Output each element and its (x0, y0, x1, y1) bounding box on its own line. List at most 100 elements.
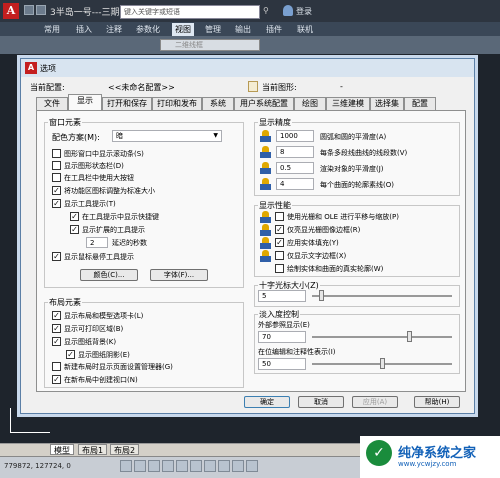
apply-button[interactable]: 应用(A) (352, 396, 398, 408)
checkbox-extended-tooltips[interactable] (70, 225, 79, 234)
checkbox-show-tooltips[interactable] (52, 199, 61, 208)
checkbox-scrollbars[interactable] (52, 149, 61, 158)
ribbon-tab-plugins[interactable]: 插件 (266, 24, 282, 35)
lineweight-icon[interactable] (232, 460, 244, 472)
checkbox-raster-frame[interactable] (275, 225, 284, 234)
label-ribbon-icon-size: 将功能区图标调整为标准大小 (64, 187, 155, 195)
checkbox-create-viewport[interactable] (52, 375, 61, 384)
ribbon-tab-annotate[interactable]: 注释 (106, 24, 122, 35)
drawing-saved-icon (260, 250, 271, 262)
help-button[interactable]: 帮助(H) (414, 396, 460, 408)
help-search-input[interactable]: 键入关键字或短语 (120, 5, 260, 19)
label-solid-fill: 应用实体填充(Y) (287, 239, 339, 247)
checkbox-layout-model-tabs[interactable] (52, 311, 61, 320)
crosshair-size-slider[interactable] (312, 295, 452, 297)
arc-smoothness-label: 圆弧和圆的平滑度(A) (320, 133, 387, 141)
search-icon[interactable]: ⚲ (263, 6, 269, 15)
crosshair-slider-thumb[interactable] (318, 290, 324, 301)
checkbox-solid-fill[interactable] (275, 238, 284, 247)
tab-layout1[interactable]: 布局1 (78, 444, 108, 455)
current-drawing-value: - (340, 82, 343, 91)
xref-display-slider[interactable] (312, 336, 452, 338)
checkbox-rollover-tooltips[interactable] (52, 252, 61, 261)
label-create-viewport: 在新布局中创建视口(N) (64, 376, 138, 384)
polyline-segments-input[interactable]: 8 (276, 146, 314, 158)
dynamic-input-icon[interactable] (218, 460, 230, 472)
tab-system[interactable]: 系统 (202, 97, 234, 110)
tab-model[interactable]: 模型 (50, 444, 74, 455)
checkbox-text-boundary[interactable] (275, 251, 284, 260)
ortho-mode-icon[interactable] (148, 460, 160, 472)
tab-drafting[interactable]: 绘图 (294, 97, 326, 110)
drawing-saved-icon (260, 178, 271, 190)
tab-plot-publish[interactable]: 打印和发布 (152, 97, 202, 110)
checkbox-true-silhouettes[interactable] (275, 264, 284, 273)
tooltip-delay-input[interactable]: 2 (86, 237, 108, 248)
watermark-url: www.ycwjzy.com (398, 460, 457, 468)
dynamic-ucs-icon[interactable] (204, 460, 216, 472)
checkbox-page-setup-manager[interactable] (52, 362, 61, 371)
ribbon-tab-output[interactable]: 输出 (235, 24, 251, 35)
object-snap-tracking-icon[interactable] (190, 460, 202, 472)
drawing-file-icon (248, 81, 258, 92)
ribbon-tab-home[interactable]: 常用 (44, 24, 60, 35)
colors-button[interactable]: 颜色(C)... (80, 269, 138, 281)
color-scheme-select[interactable]: 暗 ▼ (112, 130, 222, 142)
fonts-button[interactable]: 字体(F)... (150, 269, 208, 281)
autocad-logo-icon[interactable]: A (3, 3, 19, 19)
rendered-smoothness-input[interactable]: 0.5 (276, 162, 314, 174)
xref-slider-thumb[interactable] (406, 331, 412, 342)
label-page-setup-manager: 新建布局时显示页面设置管理器(G) (64, 363, 173, 371)
open-file-icon[interactable] (36, 5, 46, 15)
cancel-button[interactable]: 取消 (298, 396, 344, 408)
contour-lines-input[interactable]: 4 (276, 178, 314, 190)
window-elements-title: 窗口元素 (48, 117, 82, 128)
tab-selection[interactable]: 选择集 (370, 97, 404, 110)
tab-profiles[interactable]: 配置 (404, 97, 436, 110)
checkbox-large-buttons[interactable] (52, 173, 61, 182)
display-resolution-title: 显示精度 (258, 117, 292, 128)
tab-open-save[interactable]: 打开和保存 (102, 97, 152, 110)
ribbon-tab-view[interactable]: 视图 (172, 23, 194, 36)
user-icon[interactable] (283, 5, 293, 16)
tab-display[interactable]: 显示 (68, 94, 102, 111)
ribbon-tab-parametric[interactable]: 参数化 (136, 24, 160, 35)
ok-button[interactable]: 确定 (244, 396, 290, 408)
polyline-segments-label: 每条多段线曲线的线段数(V) (320, 149, 408, 157)
visual-style-combo[interactable]: 二维线框 (160, 39, 260, 51)
object-snap-icon[interactable] (176, 460, 188, 472)
rendered-smoothness-label: 渲染对象的平滑度(J) (320, 165, 384, 173)
ribbon-tab-online[interactable]: 联机 (297, 24, 313, 35)
label-text-boundary: 仅显示文字边框(X) (287, 252, 347, 260)
checkbox-raster-ole-pan[interactable] (275, 212, 284, 221)
tab-layout2[interactable]: 布局2 (110, 444, 140, 455)
checkbox-ribbon-icon-size[interactable] (52, 186, 61, 195)
checkbox-printable-area[interactable] (52, 324, 61, 333)
quick-properties-icon[interactable] (246, 460, 258, 472)
xref-display-input[interactable]: 70 (258, 331, 306, 343)
ribbon-tab-insert[interactable]: 插入 (76, 24, 92, 35)
new-file-icon[interactable] (24, 5, 34, 15)
checkbox-paper-background[interactable] (52, 337, 61, 346)
polar-tracking-icon[interactable] (162, 460, 174, 472)
dialog-app-icon: A (25, 62, 37, 74)
tab-files[interactable]: 文件 (36, 97, 68, 110)
grid-display-icon[interactable] (134, 460, 146, 472)
checkbox-drawing-status-bar[interactable] (52, 161, 61, 170)
tab-user-preferences[interactable]: 用户系统配置 (234, 97, 294, 110)
checkbox-tooltip-shortcuts[interactable] (70, 212, 79, 221)
ribbon-tab-manage[interactable]: 管理 (205, 24, 221, 35)
snap-mode-icon[interactable] (120, 460, 132, 472)
dialog-titlebar[interactable] (21, 59, 474, 77)
arc-smoothness-input[interactable]: 1000 (276, 130, 314, 142)
color-scheme-value: 暗 (116, 132, 123, 140)
crosshair-size-input[interactable]: 5 (258, 290, 306, 302)
dialog-title: 选项 (40, 64, 56, 73)
inplace-edit-input[interactable]: 50 (258, 358, 306, 370)
checkbox-paper-shadow[interactable] (66, 350, 75, 359)
drawing-saved-icon (260, 211, 271, 223)
tab-3d-modeling[interactable]: 三维建模 (326, 97, 370, 110)
login-link[interactable]: 登录 (296, 6, 312, 17)
label-raster-ole-pan: 使用光栅和 OLE 进行平移与缩放(P) (287, 213, 399, 221)
inplace-slider-thumb[interactable] (379, 358, 385, 369)
